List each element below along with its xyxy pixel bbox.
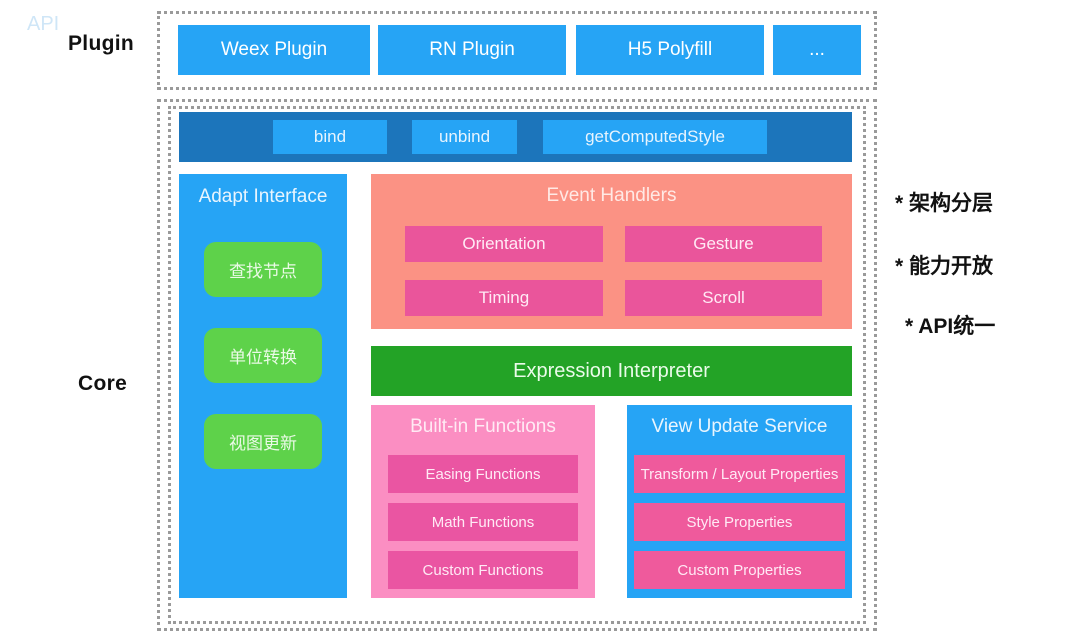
note-api-unification: * API统一 [905,315,996,338]
note-architecture-layering: * 架构分层 [895,192,994,215]
layer-label-core: Core [78,372,128,395]
plugin-tile-rn[interactable]: RN Plugin [378,25,566,75]
builtin-functions-title: Built-in Functions [410,416,556,437]
adapt-interface-panel: Adapt Interface 查找节点 单位转换 视图更新 [179,174,347,598]
builtin-item-math-functions[interactable]: Math Functions [388,503,578,541]
plugin-tile-more[interactable]: ... [773,25,861,75]
adapt-item-view-update[interactable]: 视图更新 [204,414,322,469]
event-handlers-panel: Event Handlers Orientation Gesture Timin… [371,174,852,329]
view-update-service-title: View Update Service [651,416,828,437]
vus-item-style-properties[interactable]: Style Properties [634,503,845,541]
note-capability-openness: * 能力开放 [895,255,994,278]
event-item-orientation[interactable]: Orientation [405,226,603,262]
event-item-scroll[interactable]: Scroll [625,280,822,316]
adapt-item-unit-conversion[interactable]: 单位转换 [204,328,322,383]
plugin-tile-weex[interactable]: Weex Plugin [178,25,370,75]
event-handlers-title: Event Handlers [546,185,677,206]
builtin-functions-panel: Built-in Functions Easing Functions Math… [371,405,595,598]
expression-interpreter-bar[interactable]: Expression Interpreter [371,346,852,396]
builtin-item-easing-functions[interactable]: Easing Functions [388,455,578,493]
api-button-getcomputedstyle[interactable]: getComputedStyle [543,120,767,154]
vus-item-custom-properties[interactable]: Custom Properties [634,551,845,589]
api-button-unbind[interactable]: unbind [412,120,517,154]
vus-item-transform-layout-properties[interactable]: Transform / Layout Properties [634,455,845,493]
api-bar-title: API [27,13,60,35]
adapt-item-find-node[interactable]: 查找节点 [204,242,322,297]
layer-label-plugin: Plugin [68,32,134,55]
view-update-service-panel: View Update Service Transform / Layout P… [627,405,852,598]
adapt-interface-title: Adapt Interface [198,186,328,207]
plugin-tile-h5-polyfill[interactable]: H5 Polyfill [576,25,764,75]
event-item-timing[interactable]: Timing [405,280,603,316]
api-button-bind[interactable]: bind [273,120,387,154]
event-item-gesture[interactable]: Gesture [625,226,822,262]
builtin-item-custom-functions[interactable]: Custom Functions [388,551,578,589]
